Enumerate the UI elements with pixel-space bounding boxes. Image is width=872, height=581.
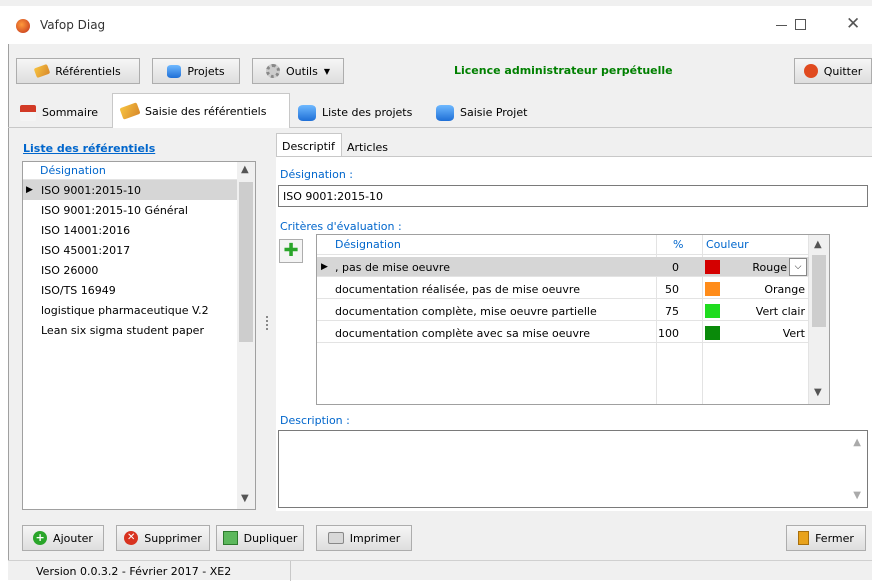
delete-icon: ✕ xyxy=(124,531,139,545)
scroll-down-icon[interactable]: ▼ xyxy=(814,387,822,398)
exit-icon xyxy=(803,64,818,78)
app-icon xyxy=(16,19,30,33)
gear-icon xyxy=(266,64,281,78)
grid-header-pct: % xyxy=(673,238,684,251)
list-header[interactable]: Désignation xyxy=(23,162,237,180)
scroll-up-icon[interactable]: ▲ xyxy=(814,239,822,250)
plus-icon: ✚ xyxy=(283,240,299,261)
scroll-down-icon[interactable]: ▼ xyxy=(241,493,249,504)
maximize-icon[interactable] xyxy=(795,19,806,30)
tab-saisie-projet[interactable]: Saisie Projet xyxy=(432,99,544,126)
splitter-grip[interactable] xyxy=(266,316,268,330)
designation-label: Désignation : xyxy=(280,168,353,181)
printer-icon xyxy=(327,532,344,544)
list-item[interactable]: ISO 9001:2015-10 Général xyxy=(23,200,237,220)
status-divider xyxy=(290,561,291,581)
ajouter-button[interactable]: + Ajouter xyxy=(22,525,104,551)
main-tabs: Sommaire Saisie des référentiels Liste d… xyxy=(8,93,872,128)
description-textarea[interactable]: ▲ ▼ xyxy=(278,430,868,508)
color-swatch xyxy=(705,304,720,318)
color-swatch xyxy=(705,326,720,340)
title-bar: Vafop Diag ✕ xyxy=(0,6,872,44)
quitter-button[interactable]: Quitter xyxy=(794,58,872,84)
list-title[interactable]: Liste des référentiels xyxy=(23,142,155,155)
imprimer-button[interactable]: Imprimer xyxy=(316,525,412,551)
list-item[interactable]: logistique pharmaceutique V.2 xyxy=(23,300,237,320)
grid-header-designation: Désignation xyxy=(335,238,401,251)
pencil-icon xyxy=(33,63,51,79)
add-critere-button[interactable]: ✚ xyxy=(279,239,303,263)
fermer-button[interactable]: Fermer xyxy=(786,525,866,551)
referentiels-list[interactable]: Désignation ▶ ISO 9001:2015-10 ISO 9001:2… xyxy=(22,161,256,510)
criteres-label: Critères d'évaluation : xyxy=(280,220,402,233)
color-swatch xyxy=(705,260,720,274)
database-icon xyxy=(436,104,454,121)
color-dropdown-icon[interactable]: ⌵ xyxy=(789,258,807,276)
pencil-icon xyxy=(119,102,141,120)
table-row[interactable]: documentation complète, mise oeuvre part… xyxy=(317,301,809,321)
dropdown-arrow-icon: ▼ xyxy=(323,66,330,76)
grid-header[interactable]: Désignation % Couleur xyxy=(317,235,809,255)
subtab-descriptif[interactable]: Descriptif xyxy=(276,133,342,157)
row-pointer-icon: ▶ xyxy=(321,261,328,272)
subtab-articles[interactable]: Articles xyxy=(342,136,394,157)
table-row[interactable]: documentation réalisée, pas de mise oeuv… xyxy=(317,279,809,299)
table-row[interactable]: ▶ , pas de mise oeuvre 0 Rouge ⌵ xyxy=(317,257,809,277)
add-icon: + xyxy=(33,531,48,545)
window-title: Vafop Diag xyxy=(40,18,106,32)
list-rows: ▶ ISO 9001:2015-10 ISO 9001:2015-10 Génér… xyxy=(23,180,237,360)
version-text: Version 0.0.3.2 - Février 2017 - XE2 xyxy=(36,565,232,578)
projets-button[interactable]: Projets xyxy=(152,58,240,84)
status-bar: Version 0.0.3.2 - Février 2017 - XE2 xyxy=(8,560,872,581)
list-item[interactable]: ISO/TS 16949 xyxy=(23,280,237,300)
row-pointer-icon: ▶ xyxy=(26,185,33,195)
grid-header-couleur: Couleur xyxy=(706,238,749,251)
tab-sommaire[interactable]: Sommaire xyxy=(10,99,110,126)
supprimer-button[interactable]: ✕ Supprimer xyxy=(116,525,210,551)
scroll-thumb[interactable] xyxy=(812,255,826,327)
house-icon xyxy=(20,104,36,121)
database-icon xyxy=(298,104,316,121)
minimize-icon[interactable] xyxy=(776,25,787,26)
referentiels-button[interactable]: Référentiels xyxy=(16,58,140,84)
scroll-up-icon[interactable]: ▲ xyxy=(241,164,249,175)
table-row[interactable]: documentation complète avec sa mise oeuv… xyxy=(317,323,809,343)
tab-saisie-referentiels[interactable]: Saisie des référentiels xyxy=(112,93,290,128)
grid-scrollbar[interactable]: ▲ ▼ xyxy=(809,235,829,404)
color-swatch xyxy=(705,282,720,296)
list-scrollbar[interactable]: ▲ ▼ xyxy=(237,162,255,509)
dupliquer-button[interactable]: Dupliquer xyxy=(216,525,304,551)
scroll-down-icon[interactable]: ▼ xyxy=(853,490,861,501)
list-item[interactable]: ISO 26000 xyxy=(23,260,237,280)
list-header-label: Désignation xyxy=(40,164,106,177)
criteres-grid[interactable]: Désignation % Couleur ▶ , pas de mise oe… xyxy=(316,234,830,405)
tab-liste-projets[interactable]: Liste des projets xyxy=(294,99,428,126)
list-item[interactable]: ▶ ISO 9001:2015-10 xyxy=(23,180,237,200)
outils-button[interactable]: Outils ▼ xyxy=(252,58,344,84)
list-item[interactable]: ISO 45001:2017 xyxy=(23,240,237,260)
scroll-up-icon[interactable]: ▲ xyxy=(853,437,861,448)
duplicate-icon xyxy=(222,531,238,545)
list-item[interactable]: Lean six sigma student paper xyxy=(23,320,237,340)
door-icon xyxy=(798,531,810,545)
designation-input[interactable]: ISO 9001:2015-10 xyxy=(278,185,868,207)
license-text: Licence administrateur perpétuelle xyxy=(454,64,673,77)
scroll-thumb[interactable] xyxy=(239,182,253,342)
list-item[interactable]: ISO 14001:2016 xyxy=(23,220,237,240)
description-label: Description : xyxy=(280,414,350,427)
database-icon xyxy=(167,64,182,78)
close-icon[interactable]: ✕ xyxy=(846,14,860,34)
